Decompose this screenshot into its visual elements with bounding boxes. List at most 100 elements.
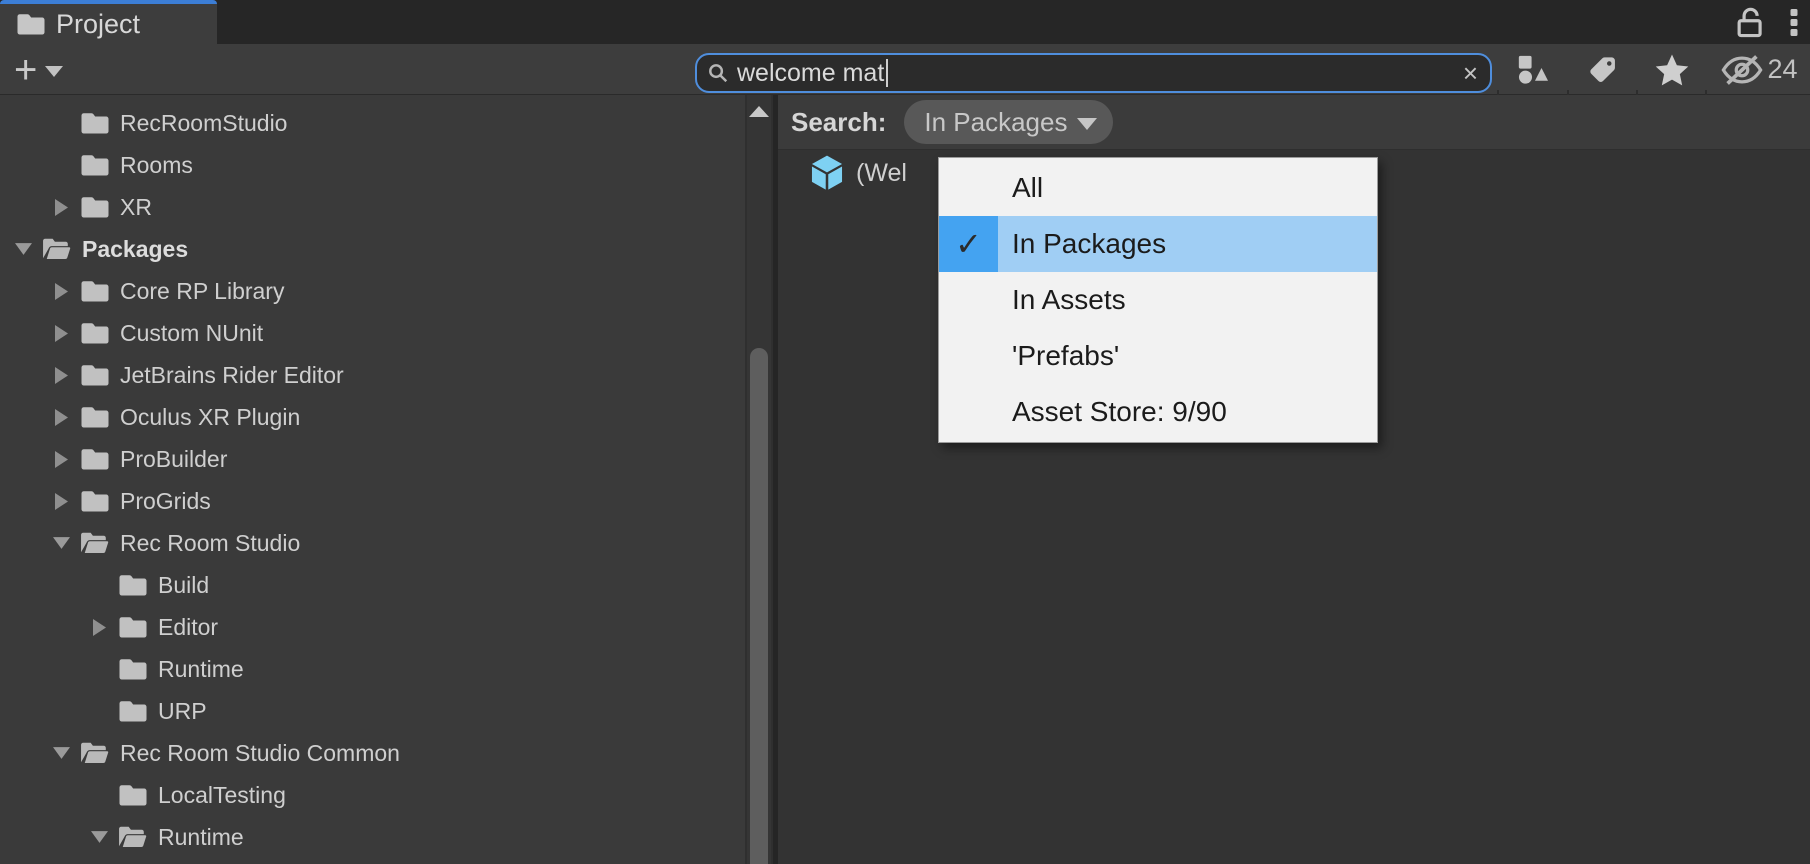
scrollbar-thumb[interactable] — [750, 348, 768, 864]
checkmark-icon — [939, 160, 998, 216]
tree-row[interactable]: Custom NUnit — [0, 312, 745, 354]
folder-icon — [76, 480, 114, 522]
filter-by-type-button[interactable] — [1503, 44, 1563, 95]
menu-item-label: Asset Store: 9/90 — [998, 384, 1227, 440]
tree-row[interactable]: JetBrains Rider Editor — [0, 354, 745, 396]
tree-item-label: JetBrains Rider Editor — [120, 362, 344, 389]
expander-arrow-icon[interactable] — [84, 564, 114, 606]
expander-arrow-icon[interactable] — [46, 312, 76, 354]
tree-item-label: Custom NUnit — [120, 320, 263, 347]
dropdown-caret-icon — [45, 66, 63, 77]
scroll-up-button[interactable] — [747, 99, 771, 123]
tree-row[interactable]: Editor — [0, 606, 745, 648]
folder-icon — [76, 354, 114, 396]
tree-item-label: ProBuilder — [120, 446, 227, 473]
tree-row[interactable]: ProBuilder — [0, 438, 745, 480]
tag-icon — [1587, 54, 1619, 86]
result-row[interactable]: (Wel — [808, 152, 907, 194]
expander-arrow-icon[interactable] — [46, 732, 76, 774]
tree-row[interactable]: XR — [0, 186, 745, 228]
folder-icon — [38, 228, 76, 270]
tree-item-label: URP — [158, 698, 207, 725]
tree-item-label: Rooms — [120, 152, 193, 179]
tree-item-label: Core RP Library — [120, 278, 284, 305]
text-cursor — [886, 59, 888, 87]
checkmark-icon — [939, 272, 998, 328]
tree-row[interactable]: Build — [0, 564, 745, 606]
folder-icon — [114, 606, 152, 648]
expander-arrow-icon[interactable] — [46, 438, 76, 480]
tree-row[interactable]: Runtime — [0, 648, 745, 690]
scope-dropdown-button[interactable]: In Packages — [904, 100, 1113, 144]
clear-search-button[interactable]: × — [1463, 60, 1478, 86]
tree-item-label: Build — [158, 572, 209, 599]
expander-arrow-icon[interactable] — [84, 606, 114, 648]
menu-item[interactable]: All — [939, 160, 1377, 216]
folder-icon — [76, 144, 114, 186]
tree-item-label: ProGrids — [120, 488, 211, 515]
create-add-button[interactable]: + — [14, 44, 63, 95]
kebab-menu-icon[interactable] — [1790, 6, 1798, 38]
tree-item-label: Runtime — [158, 656, 244, 683]
tree-row[interactable]: Core RP Library — [0, 270, 745, 312]
filter-by-label-button[interactable] — [1573, 44, 1632, 95]
search-icon — [707, 62, 729, 84]
expander-arrow-icon[interactable] — [46, 480, 76, 522]
folder-icon — [114, 648, 152, 690]
tree-row[interactable]: Oculus XR Plugin — [0, 396, 745, 438]
search-input[interactable]: welcome mat × — [695, 53, 1492, 93]
folder-icon — [114, 564, 152, 606]
unlock-icon[interactable] — [1734, 6, 1764, 38]
hidden-count: 24 — [1767, 54, 1797, 85]
eye-slash-icon — [1720, 53, 1764, 87]
scope-menu: All ✓ In Packages In Assets 'Prefabs' As… — [938, 157, 1378, 443]
tree-row[interactable]: LocalTesting — [0, 774, 745, 816]
tree-row[interactable]: Runtime — [0, 816, 745, 858]
folder-tree-panel: RecRoomStudio Rooms XR Packages Core RP … — [0, 95, 745, 864]
expander-arrow-icon[interactable] — [46, 186, 76, 228]
expander-arrow-icon[interactable] — [8, 228, 38, 270]
expander-arrow-icon[interactable] — [46, 522, 76, 564]
expander-arrow-icon[interactable] — [84, 774, 114, 816]
expander-arrow-icon[interactable] — [84, 816, 114, 858]
result-label: (Wel — [856, 159, 907, 188]
tree-row[interactable]: RecRoomStudio — [0, 102, 745, 144]
tree-row[interactable]: Rec Room Studio Common — [0, 732, 745, 774]
tab-bar: Project — [0, 0, 1810, 44]
vertical-scrollbar[interactable] — [745, 95, 773, 864]
favorites-button[interactable] — [1642, 44, 1701, 95]
menu-item[interactable]: In Assets — [939, 272, 1377, 328]
tree-item-label: Packages — [82, 236, 188, 263]
menu-item[interactable]: Asset Store: 9/90 — [939, 384, 1377, 440]
folder-icon — [76, 270, 114, 312]
tree-item-label: XR — [120, 194, 152, 221]
tree-row[interactable]: Packages — [0, 228, 745, 270]
tree-row[interactable]: ProGrids — [0, 480, 745, 522]
folder-icon — [76, 438, 114, 480]
expander-arrow-icon[interactable] — [46, 396, 76, 438]
menu-item-label: 'Prefabs' — [998, 328, 1119, 384]
hidden-count-button[interactable]: 24 — [1709, 44, 1809, 95]
menu-item-label: In Assets — [998, 272, 1126, 328]
tree-row[interactable]: URP — [0, 690, 745, 732]
expander-arrow-icon[interactable] — [46, 354, 76, 396]
folder-icon — [114, 774, 152, 816]
folder-icon — [76, 396, 114, 438]
tree-row[interactable]: Rooms — [0, 144, 745, 186]
expander-arrow-icon[interactable] — [46, 270, 76, 312]
menu-item[interactable]: ✓ In Packages — [939, 216, 1377, 272]
folder-icon — [76, 312, 114, 354]
scope-dropdown-value: In Packages — [924, 107, 1067, 138]
project-tab[interactable]: Project — [0, 0, 217, 44]
expander-arrow-icon[interactable] — [46, 144, 76, 186]
menu-item-label: All — [998, 160, 1043, 216]
menu-item-label: In Packages — [998, 216, 1166, 272]
menu-item[interactable]: 'Prefabs' — [939, 328, 1377, 384]
tree-row[interactable]: Rec Room Studio — [0, 522, 745, 564]
folder-icon — [114, 816, 152, 858]
folder-icon — [76, 522, 114, 564]
expander-arrow-icon[interactable] — [46, 102, 76, 144]
expander-arrow-icon[interactable] — [84, 648, 114, 690]
folder-icon — [76, 186, 114, 228]
expander-arrow-icon[interactable] — [84, 690, 114, 732]
